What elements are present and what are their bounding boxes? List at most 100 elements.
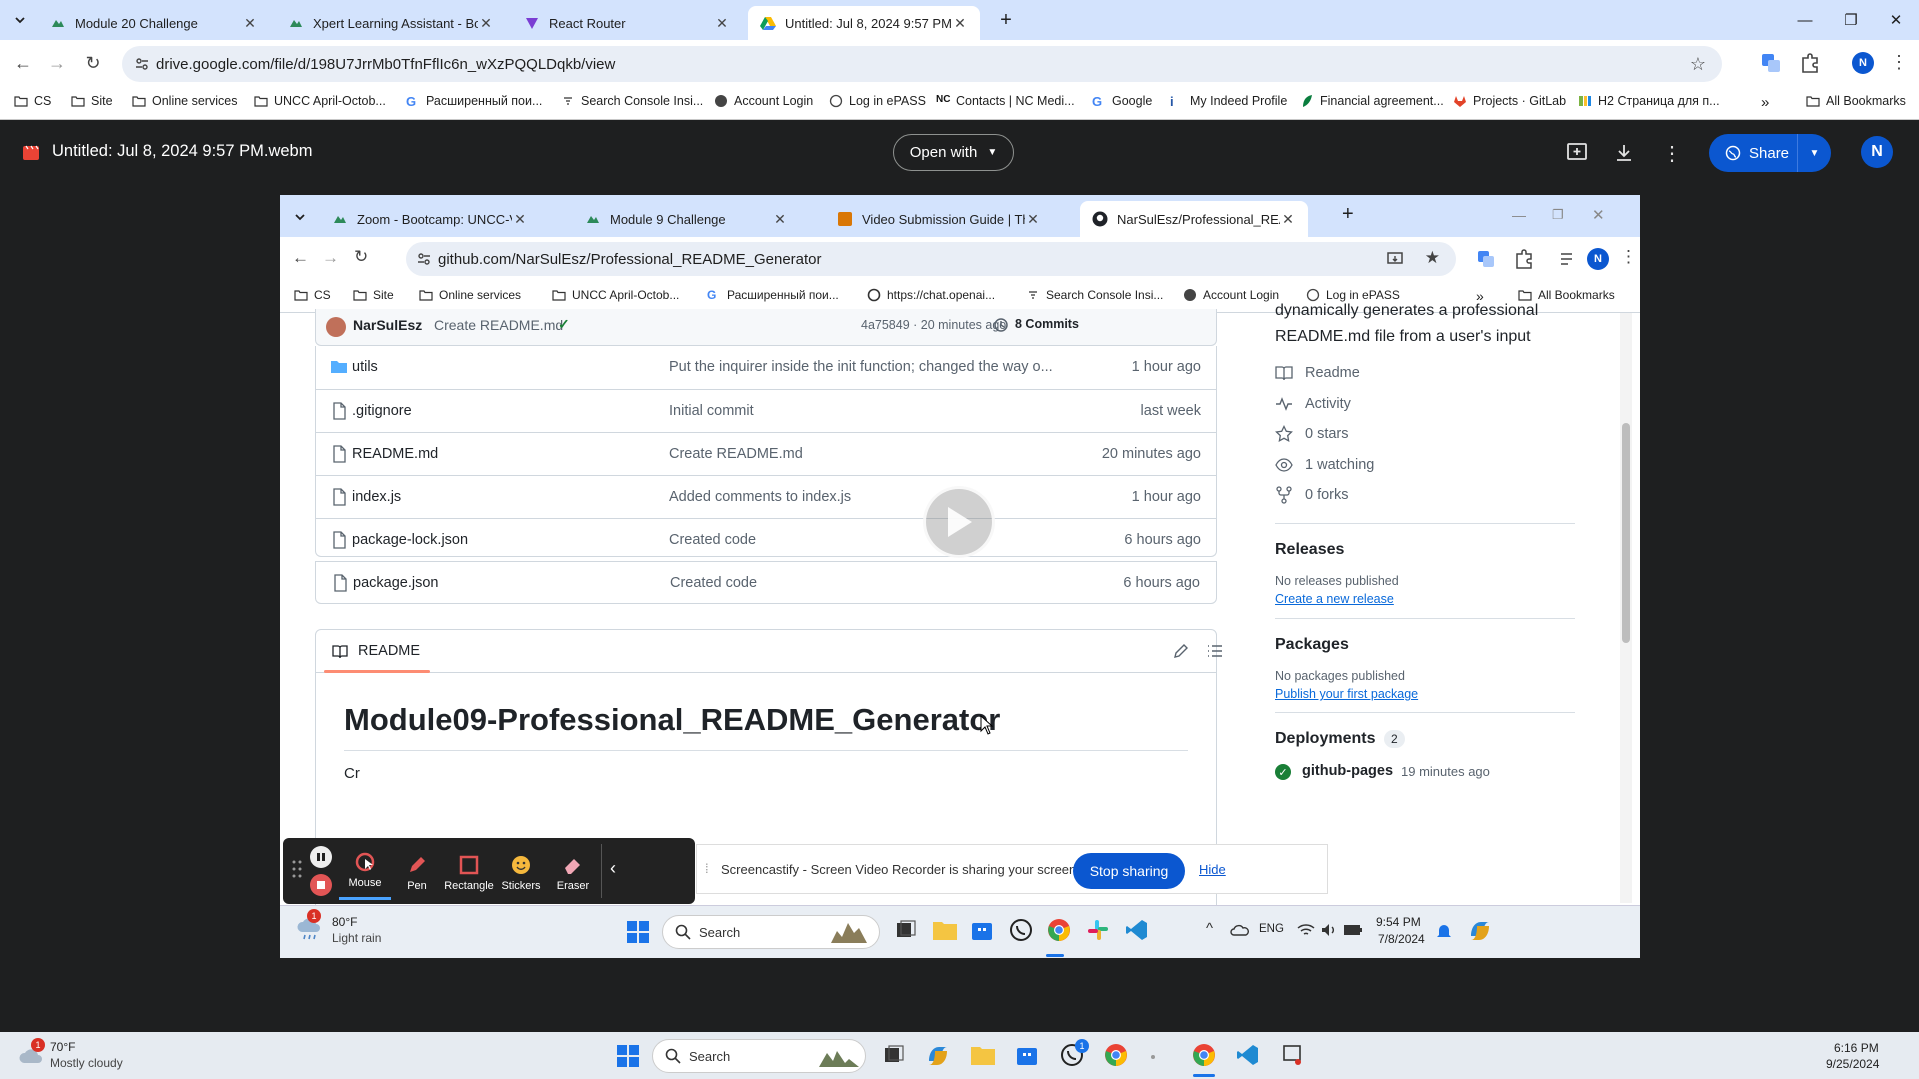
outline-list-icon[interactable] (1206, 642, 1224, 660)
inner-url-bar[interactable]: github.com/NarSulEsz/Professional_README… (406, 242, 1456, 276)
bookmark-site[interactable]: Site (71, 94, 113, 108)
drag-handle-icon[interactable] (291, 858, 303, 880)
collapse-chevron-icon[interactable]: ‹ (605, 858, 621, 882)
outer-tab-xpert[interactable]: Xpert Learning Assistant - Boot ✕ (276, 6, 506, 40)
account-avatar[interactable]: N (1861, 136, 1893, 168)
sidebar-link-activity[interactable]: Activity (1275, 395, 1351, 413)
bookmark-indeed[interactable]: i My Indeed Profile (1170, 94, 1287, 109)
deployments-heading[interactable]: Deployments (1275, 730, 1375, 748)
close-icon[interactable]: ✕ (1280, 211, 1296, 228)
bookmark-online-services[interactable]: Online services (419, 288, 521, 302)
play-button[interactable] (923, 486, 995, 558)
video-player-frame[interactable]: Zoom - Bootcamp: UNCC-VIRT ✕ Module 9 Ch… (280, 195, 1640, 958)
edit-pencil-icon[interactable] (1172, 642, 1190, 660)
stop-sharing-button[interactable]: Stop sharing (1073, 853, 1185, 889)
file-explorer-icon[interactable] (970, 1043, 996, 1069)
scrollbar-thumb[interactable] (1622, 423, 1630, 643)
profile-avatar[interactable]: N (1587, 248, 1609, 270)
file-row[interactable]: index.js Added comments to index.js 1 ho… (315, 475, 1217, 518)
store-icon[interactable] (1015, 1043, 1041, 1069)
deployment-name[interactable]: github-pages (1302, 763, 1393, 779)
store-icon[interactable] (970, 918, 996, 944)
reload-icon[interactable]: ↻ (354, 247, 368, 267)
extensions-puzzle-icon[interactable] (1514, 249, 1534, 269)
chrome-active-icon[interactable] (1192, 1043, 1218, 1069)
windows-start-icon[interactable] (626, 920, 650, 944)
drag-handle-icon[interactable]: ⁞ (705, 861, 709, 876)
taskbar-date[interactable]: 7/8/2024 (1378, 932, 1425, 946)
bookmark-financial[interactable]: Financial agreement... (1300, 94, 1444, 108)
task-view-icon[interactable] (894, 918, 920, 944)
snipping-tool-icon[interactable] (1281, 1043, 1307, 1069)
file-row[interactable]: package-lock.json Created code 6 hours a… (315, 518, 1217, 561)
slack-icon[interactable] (1086, 918, 1112, 944)
taskbar-search[interactable]: Search (662, 915, 880, 949)
bookmark-cs[interactable]: CS (294, 288, 331, 302)
chrome-icon[interactable] (1104, 1043, 1130, 1069)
outer-tab-module-20[interactable]: Module 20 Challenge ✕ (38, 6, 270, 40)
close-icon[interactable]: ✕ (772, 211, 788, 228)
profile-avatar[interactable]: N (1852, 52, 1874, 74)
file-row[interactable]: README.md Create README.md 20 minutes ag… (315, 432, 1217, 475)
restore-icon[interactable]: ❐ (1552, 207, 1564, 223)
translate-icon[interactable] (1760, 52, 1782, 74)
translate-icon[interactable] (1476, 249, 1496, 269)
wifi-icon[interactable] (1297, 922, 1315, 938)
tool-stickers[interactable]: Stickers (495, 844, 547, 900)
battery-icon[interactable] (1343, 922, 1363, 938)
commit-message[interactable]: Create README.md (434, 317, 563, 333)
bookmarks-overflow-icon[interactable]: » (1761, 94, 1769, 111)
bookmark-chat-openai[interactable]: https://chat.openai... (867, 288, 995, 302)
onedrive-icon[interactable] (1230, 922, 1250, 938)
minimize-icon[interactable]: — (1782, 0, 1828, 40)
forward-arrow-icon[interactable]: → (322, 248, 339, 268)
open-with-button[interactable]: Open with ▼ (893, 134, 1014, 171)
inner-tab-video-guide[interactable]: Video Submission Guide | The B ✕ (825, 201, 1053, 237)
restore-icon[interactable]: ❐ (1828, 0, 1874, 40)
inner-tab-github[interactable]: NarSulEsz/Professional_README ✕ (1080, 201, 1308, 237)
bookmark-search-console[interactable]: Search Console Insi... (1026, 288, 1163, 302)
download-icon[interactable] (1611, 140, 1637, 166)
copilot-icon[interactable] (925, 1043, 951, 1069)
stop-record-icon[interactable] (310, 874, 332, 896)
readme-tab[interactable]: README (358, 643, 420, 659)
close-icon[interactable]: ✕ (952, 15, 968, 32)
file-row[interactable]: utils Put the inquirer inside the init f… (315, 346, 1217, 389)
install-app-icon[interactable] (1386, 250, 1404, 268)
bookmark-account-login[interactable]: Account Login (714, 94, 813, 108)
bookmark-h2[interactable]: H2 Страница для п... (1578, 94, 1720, 108)
bookmark-uncc[interactable]: UNCC April-Octob... (552, 288, 679, 302)
bookmark-google[interactable]: G Google (1092, 94, 1152, 109)
reading-list-icon[interactable] (1558, 249, 1578, 269)
close-icon[interactable]: ✕ (512, 211, 528, 228)
menu-kebab-icon[interactable]: ⋮ (1620, 247, 1637, 267)
sidebar-link-readme[interactable]: Readme (1275, 364, 1360, 382)
copilot-icon[interactable] (1467, 918, 1493, 944)
bookmark-advanced-search[interactable]: G Расширенный пои... (406, 94, 542, 109)
taskbar-search[interactable]: Search (652, 1039, 866, 1073)
sidebar-link-forks[interactable]: 0 forks (1275, 486, 1349, 504)
bookmark-gitlab[interactable]: Projects · GitLab (1453, 94, 1566, 108)
taskbar-date[interactable]: 9/25/2024 (1826, 1057, 1879, 1071)
notification-bell-icon[interactable] (1435, 922, 1453, 940)
reload-icon[interactable]: ↻ (80, 50, 106, 76)
bookmark-advanced-search[interactable]: G Расширенный пои... (707, 288, 839, 302)
menu-kebab-icon[interactable]: ⋮ (1890, 52, 1908, 73)
bookmark-star-icon[interactable]: ☆ (1690, 54, 1706, 75)
site-info-icon[interactable] (416, 251, 432, 267)
vscode-icon[interactable] (1125, 918, 1151, 944)
outer-tab-drive-video[interactable]: Untitled: Jul 8, 2024 9:57 PM.we ✕ (748, 6, 980, 40)
close-icon[interactable]: ✕ (714, 15, 730, 32)
tool-eraser[interactable]: Eraser (547, 844, 599, 900)
bookmark-online-services[interactable]: Online services (132, 94, 237, 108)
bookmark-cs[interactable]: CS (14, 94, 51, 108)
create-release-link[interactable]: Create a new release (1275, 592, 1394, 606)
file-row[interactable]: package.json Created code 6 hours ago (315, 561, 1217, 604)
packages-heading[interactable]: Packages (1275, 636, 1349, 654)
more-options-icon[interactable]: ⋮ (1659, 140, 1685, 166)
tab-search-chevron-icon[interactable] (8, 8, 32, 32)
generic-app-icon[interactable] (1147, 1043, 1159, 1069)
bookmark-uncc[interactable]: UNCC April-Octob... (254, 94, 386, 108)
inner-tab-module-9[interactable]: Module 9 Challenge ✕ (573, 201, 800, 237)
windows-start-icon[interactable] (616, 1044, 640, 1068)
